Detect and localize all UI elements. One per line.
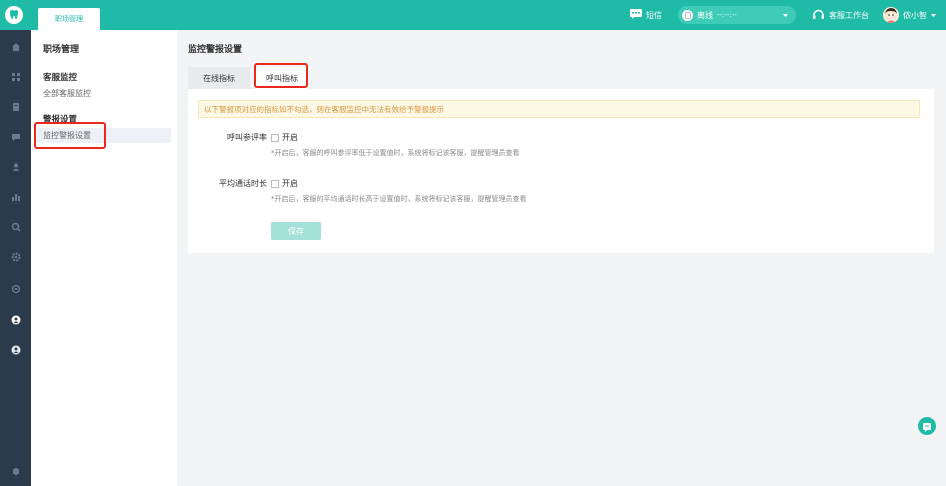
status-selector[interactable]: 离线 --:--:-- <box>678 6 796 24</box>
tab-online-metrics[interactable]: 在线指标 <box>188 67 250 89</box>
sms-button[interactable]: 短信 <box>630 9 662 21</box>
setting-label-avg-call-duration: 平均通话时长 <box>219 179 267 188</box>
bar-chart-icon[interactable] <box>9 190 22 203</box>
sidebar-group-agent-monitoring: 客服监控 <box>43 73 78 83</box>
settings-panel: 以下警报项对应的指标如不勾选，则在客服监控中无法有效给予警报提示 呼叫参评率 开… <box>188 89 934 253</box>
avg-call-duration-checkbox[interactable] <box>271 180 279 188</box>
setting-hint: *开启后，客服的呼叫参评率低于设置值时，系统将标记该客服，提醒管理员查看 <box>271 149 520 157</box>
user-menu[interactable]: 侬小智 <box>883 7 936 23</box>
user-name: 侬小智 <box>903 10 927 20</box>
sidebar-item-all-agent-monitoring[interactable]: 全部客服监控 <box>43 88 91 99</box>
message-icon <box>630 9 642 21</box>
search-icon[interactable] <box>9 220 22 233</box>
highlight-box <box>34 122 106 149</box>
checkbox-label[interactable]: 开启 <box>282 132 298 143</box>
grid-icon[interactable] <box>9 70 22 83</box>
workbench-label: 客服工作台 <box>829 10 869 20</box>
monitor-icon[interactable] <box>0 312 31 328</box>
settings-icon[interactable] <box>9 250 22 263</box>
status-label: 离线 <box>697 10 713 20</box>
account-icon[interactable] <box>9 343 22 356</box>
sidebar: 职场管理 客服监控 全部客服监控 警报设置 监控警报设置 <box>31 30 177 486</box>
setting-label-call-rating-rate: 呼叫参评率 <box>227 133 267 142</box>
save-button[interactable]: 保存 <box>271 222 321 240</box>
chevron-down-icon <box>931 11 936 20</box>
call-rating-rate-checkbox[interactable] <box>271 134 279 142</box>
sms-label: 短信 <box>646 10 662 20</box>
sidebar-title: 职场管理 <box>43 45 80 55</box>
highlight-box <box>254 63 308 88</box>
chat-icon[interactable] <box>9 130 22 143</box>
notice-banner: 以下警报项对应的指标如不勾选，则在客服监控中无法有效给予警报提示 <box>198 100 920 118</box>
headset-icon <box>812 8 825 22</box>
logo-icon[interactable] <box>5 6 23 24</box>
top-bar: 职场管理 短信 离线 --:--:-- 客服工作台 侬小智 <box>0 0 946 30</box>
chevron-down-icon <box>783 11 788 20</box>
help-icon <box>922 417 932 436</box>
user-icon[interactable] <box>9 160 22 173</box>
layers-icon[interactable] <box>9 282 22 295</box>
tab-workplace-management[interactable]: 职场管理 <box>38 8 100 30</box>
icon-nav-bar <box>0 30 31 486</box>
document-icon[interactable] <box>9 100 22 113</box>
status-icon <box>682 9 693 21</box>
home-icon[interactable] <box>9 40 22 53</box>
bell-icon[interactable] <box>9 464 22 477</box>
help-button[interactable] <box>918 417 936 435</box>
avatar <box>883 7 899 23</box>
workbench-button[interactable]: 客服工作台 <box>812 8 869 22</box>
setting-hint: *开启后，客服的平均通话时长高于设置值时，系统将标记该客服，提醒管理员查看 <box>271 195 527 203</box>
checkbox-label[interactable]: 开启 <box>282 178 298 189</box>
status-timer: --:--:-- <box>717 11 737 19</box>
page-title: 监控警报设置 <box>188 45 243 55</box>
